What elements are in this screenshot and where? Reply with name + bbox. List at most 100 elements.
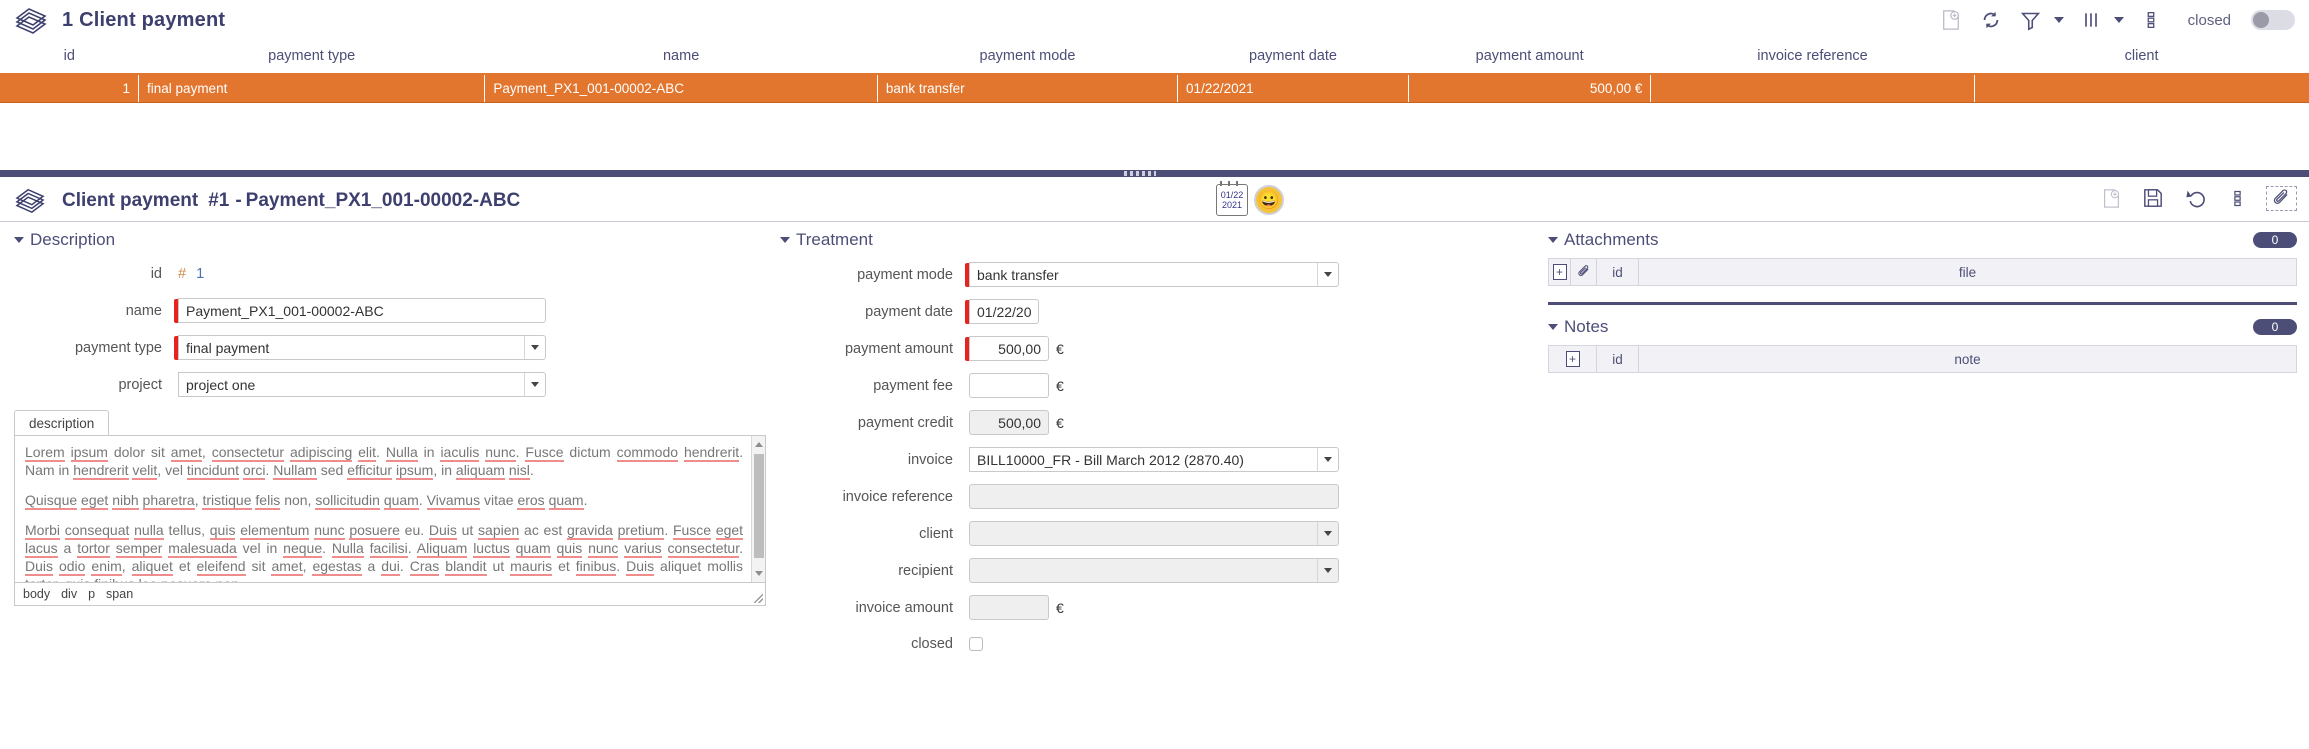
attachments-column-file[interactable]: file xyxy=(1638,258,2297,286)
payment-credit-label: payment credit xyxy=(857,414,953,431)
payment-amount-currency: € xyxy=(1056,340,1064,357)
client-select[interactable] xyxy=(969,521,1339,546)
collapse-triangle-icon[interactable] xyxy=(1548,237,1558,243)
closed-filter-toggle[interactable] xyxy=(2251,10,2295,30)
detail-body: Description id # 1 name payment type fin… xyxy=(0,222,2309,668)
table-row[interactable]: 1 final payment Payment_PX1_001-00002-AB… xyxy=(0,74,2309,103)
scroll-up-arrow-icon[interactable] xyxy=(755,442,763,447)
payment-mode-chevron-down-icon[interactable] xyxy=(1317,263,1338,286)
notes-section-header[interactable]: Notes xyxy=(1548,317,1608,337)
invoice-reference-label: invoice reference xyxy=(842,488,953,505)
notes-column-note[interactable]: note xyxy=(1638,345,2297,373)
tab-description[interactable]: description xyxy=(14,410,110,436)
collapse-triangle-icon[interactable] xyxy=(14,237,24,243)
description-section-header[interactable]: Description xyxy=(14,230,760,250)
column-header-payment-mode[interactable]: payment mode xyxy=(877,40,1178,75)
id-hash-symbol: # xyxy=(178,266,187,282)
list-header: 1 Client payment closed xyxy=(0,0,2309,40)
undo-icon[interactable] xyxy=(2182,185,2208,211)
table-empty-space xyxy=(0,103,2309,166)
column-header-payment-type[interactable]: payment type xyxy=(138,40,485,75)
description-richtext-editor[interactable]: Lorem ipsum dolor sit amet, consectetur … xyxy=(14,435,766,583)
column-header-name[interactable]: name xyxy=(484,40,878,75)
filter-chevron-down-icon[interactable] xyxy=(2053,17,2064,23)
field-row-payment-credit: payment credit € xyxy=(780,410,1530,435)
payment-type-select[interactable]: final payment xyxy=(178,335,546,360)
field-row-payment-date: payment date xyxy=(780,299,1530,324)
payment-date-input[interactable] xyxy=(969,299,1039,324)
client-label: client xyxy=(919,525,953,542)
more-vertical-icon[interactable] xyxy=(2224,185,2250,211)
client-chevron-down-icon[interactable] xyxy=(1317,522,1338,545)
books-icon xyxy=(14,5,48,35)
path-node-div[interactable]: div xyxy=(61,587,77,601)
column-header-payment-amount[interactable]: payment amount xyxy=(1408,40,1651,75)
editor-scroll-thumb[interactable] xyxy=(754,454,764,558)
payment-amount-input[interactable] xyxy=(969,336,1049,361)
editor-tabstrip: description xyxy=(14,409,766,436)
columns-chevron-down-icon[interactable] xyxy=(2113,17,2124,23)
columns-icon[interactable] xyxy=(2078,7,2104,33)
refresh-icon[interactable] xyxy=(1978,7,2004,33)
closed-checkbox[interactable] xyxy=(969,637,983,651)
field-row-project: project project one xyxy=(14,372,760,397)
splitter-drag-handle[interactable] xyxy=(1124,171,1156,176)
column-header-client[interactable]: client xyxy=(1974,40,2309,75)
calendar-icon[interactable]: 01/22 2021 xyxy=(1216,181,1248,216)
attachments-column-id[interactable]: id xyxy=(1596,258,1639,286)
description-section-title: Description xyxy=(30,230,116,249)
payment-date-label: payment date xyxy=(865,303,953,320)
path-node-span[interactable]: span xyxy=(106,587,133,601)
scroll-down-arrow-icon[interactable] xyxy=(755,571,763,576)
notes-column-id[interactable]: id xyxy=(1596,345,1639,373)
invoice-chevron-down-icon[interactable] xyxy=(1317,448,1338,471)
field-row-recipient: recipient xyxy=(780,558,1530,583)
field-row-invoice: invoice BILL10000_FR - Bill March 2012 (… xyxy=(780,447,1530,472)
collapse-triangle-icon[interactable] xyxy=(780,237,790,243)
project-chevron-down-icon[interactable] xyxy=(524,373,545,396)
notes-title: Notes xyxy=(1564,317,1609,336)
smiley-icon[interactable]: 😀 xyxy=(1254,185,1284,215)
add-attachment-button[interactable]: + xyxy=(1552,264,1567,280)
path-node-body[interactable]: body xyxy=(23,587,50,601)
project-select[interactable]: project one xyxy=(178,372,546,397)
editor-resize-handle[interactable] xyxy=(754,594,763,603)
attachments-title: Attachments xyxy=(1564,230,1659,249)
attachments-section-header[interactable]: Attachments xyxy=(1548,230,1659,250)
add-note-button[interactable]: + xyxy=(1565,351,1580,367)
payment-mode-select[interactable]: bank transfer xyxy=(969,262,1339,287)
column-header-id[interactable]: id xyxy=(0,40,139,75)
field-row-id: id # 1 xyxy=(14,262,760,286)
attach-button[interactable] xyxy=(2266,185,2297,211)
invoice-reference-input xyxy=(969,484,1339,509)
save-icon[interactable] xyxy=(2140,185,2166,211)
column-header-invoice-reference[interactable]: invoice reference xyxy=(1650,40,1975,75)
invoice-select[interactable]: BILL10000_FR - Bill March 2012 (2870.40) xyxy=(969,447,1339,472)
project-label: project xyxy=(118,376,162,393)
new-record-icon[interactable] xyxy=(2098,185,2124,211)
payment-fee-label: payment fee xyxy=(873,377,953,394)
treatment-section-header[interactable]: Treatment xyxy=(780,230,1530,250)
column-header-payment-date[interactable]: payment date xyxy=(1177,40,1409,75)
detail-entity-label: Client payment xyxy=(62,189,199,211)
name-label: name xyxy=(125,302,162,319)
cell-payment-mode: bank transfer xyxy=(877,74,1179,103)
payment-fee-input[interactable] xyxy=(969,373,1049,398)
more-vertical-icon[interactable] xyxy=(2138,7,2164,33)
recipient-chevron-down-icon[interactable] xyxy=(1317,559,1338,582)
recipient-select[interactable] xyxy=(969,558,1339,583)
payment-type-chevron-down-icon[interactable] xyxy=(524,336,545,359)
payment-amount-label: payment amount xyxy=(844,340,953,357)
payment-type-label: payment type xyxy=(74,339,162,356)
payment-mode-label: payment mode xyxy=(857,266,953,283)
new-record-icon[interactable] xyxy=(1938,7,1964,33)
editor-scrollbar[interactable] xyxy=(751,436,765,582)
path-node-p[interactable]: p xyxy=(88,587,95,601)
collapse-triangle-icon[interactable] xyxy=(1548,324,1558,330)
name-input[interactable] xyxy=(178,298,546,323)
invoice-amount-currency: € xyxy=(1056,599,1064,616)
panel-splitter[interactable] xyxy=(0,166,2309,180)
records-table: id payment type name payment mode paymen… xyxy=(0,40,2309,103)
description-editor-wrap: description Lorem ipsum dolor sit amet, … xyxy=(14,409,766,606)
filter-icon[interactable] xyxy=(2018,7,2044,33)
